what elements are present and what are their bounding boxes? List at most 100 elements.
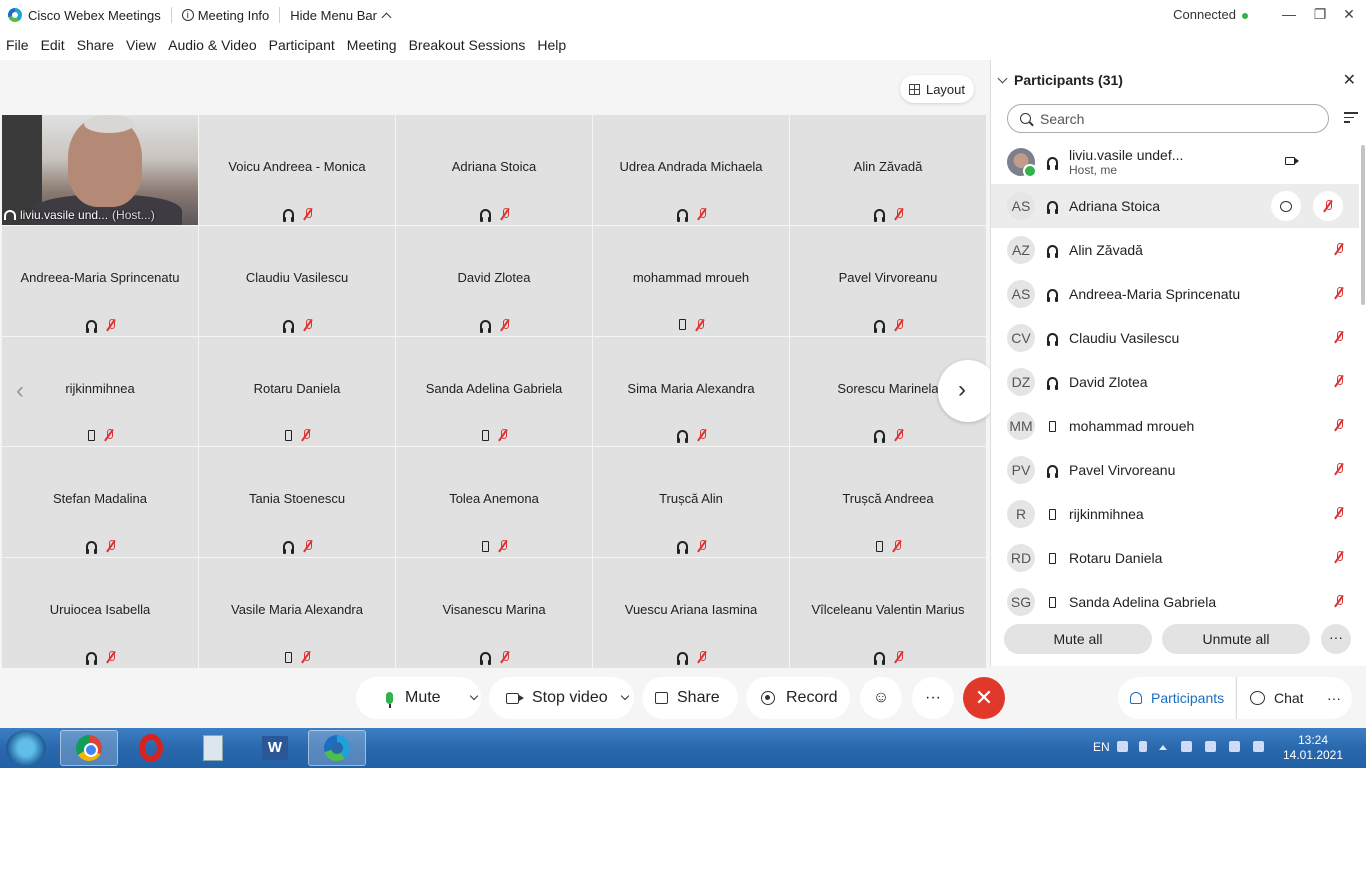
layout-button[interactable]: Layout [900,75,974,103]
participant-row[interactable]: AZ Alin Zăvadă [991,228,1359,272]
participants-icon [1130,692,1142,704]
menu-meeting[interactable]: Meeting [347,37,397,53]
participant-tile[interactable]: Andreea-Maria Sprincenatu [2,225,198,336]
tile-status-icons [593,539,789,555]
participant-row[interactable]: AS Adriana Stoica [991,184,1359,228]
menu-share[interactable]: Share [77,37,114,53]
more-panels-button[interactable]: ··· [1316,677,1352,719]
participants-toggle-button[interactable]: Participants [1118,677,1235,719]
participant-row-host[interactable]: liviu.vasile undef... Host, me [991,140,1359,184]
menu-edit[interactable]: Edit [41,37,65,53]
language-indicator[interactable]: EN [1093,740,1110,754]
participant-tile[interactable]: Adriana Stoica [396,115,592,225]
participant-tile[interactable]: Trușcă Andreea [790,447,986,558]
hide-menu-bar-button[interactable]: Hide Menu Bar [290,8,392,23]
start-button[interactable] [6,730,46,766]
participant-tile[interactable]: David Zlotea [396,225,592,336]
participant-row[interactable]: Rrijkinmihnea [991,492,1359,536]
mute-all-button[interactable]: Mute all [1004,624,1152,654]
pen-icon[interactable] [1139,741,1147,752]
system-clock[interactable]: 13:24 14.01.2021 [1278,733,1348,763]
menu-audio-video[interactable]: Audio & Video [168,37,256,53]
meeting-info-button[interactable]: i Meeting Info [181,8,269,23]
participant-tile[interactable]: Tolea Anemona [396,447,592,558]
menu-participant[interactable]: Participant [269,37,335,53]
video-camera-icon[interactable] [1285,157,1299,165]
participant-tile[interactable]: Alin Zăvadă [790,115,986,225]
previous-page-button[interactable]: ‹ [16,377,24,405]
minimize-button[interactable]: — [1274,0,1304,28]
participant-avatar: DZ [1007,368,1035,396]
participant-row[interactable]: PV Pavel Virvoreanu [991,448,1359,492]
dropbox-icon[interactable] [1229,741,1240,752]
share-button[interactable]: Share [642,677,738,719]
menu-help[interactable]: Help [537,37,566,53]
participant-search-input[interactable]: Search [1007,104,1329,133]
menu-file[interactable]: File [6,37,29,53]
participant-tile[interactable]: Pavel Virvoreanu [790,225,986,336]
sort-list-icon[interactable] [1344,112,1358,126]
chevron-down-icon[interactable] [620,691,629,701]
participant-tile[interactable]: Stefan Madalina [2,447,198,558]
battery-icon[interactable] [1181,741,1192,752]
more-options-button[interactable]: ··· [912,677,954,719]
participant-mute-button[interactable] [1313,191,1343,221]
participant-tile[interactable]: rijkinmihnea [2,336,198,447]
unmute-all-button[interactable]: Unmute all [1162,624,1310,654]
record-button[interactable]: Record [746,677,850,719]
participant-row[interactable]: RD Rotaru Daniela [991,536,1359,580]
keyboard-icon[interactable] [1117,741,1128,752]
participant-tile[interactable]: Rotaru Daniela [199,336,395,447]
menu-breakout-sessions[interactable]: Breakout Sessions [409,37,526,53]
panel-scrollbar[interactable] [1361,145,1365,305]
word-icon: W [262,736,288,760]
participant-tile[interactable]: mohammad mroueh [593,225,789,336]
panel-more-button[interactable]: ··· [1321,624,1351,654]
audio-headset-icon [873,652,885,665]
menu-view[interactable]: View [126,37,156,53]
self-video-tile[interactable]: liviu.vasile und... (Host...) [2,115,198,225]
volume-icon[interactable] [1205,741,1216,752]
participant-tile[interactable]: Sanda Adelina Gabriela [396,336,592,447]
participant-tile[interactable]: Voicu Andreea - Monica [199,115,395,225]
show-hidden-icons-icon[interactable] [1159,744,1167,750]
participant-tile[interactable]: Trușcă Alin [593,447,789,558]
participant-row[interactable]: SG Sanda Adelina Gabriela [991,580,1359,624]
network-signal-icon[interactable] [1253,741,1264,752]
participant-tile[interactable]: Udrea Andrada Michaela [593,115,789,225]
end-meeting-button[interactable]: ✕ [963,677,1005,719]
next-page-button[interactable]: › [938,360,998,422]
phone-icon [284,651,292,663]
participant-row[interactable]: MM mohammad mroueh [991,404,1359,448]
chat-button[interactable]: Chat [1236,677,1316,719]
panel-header[interactable]: Participants (31) [997,72,1123,88]
participant-tile[interactable]: Claudiu Vasilescu [199,225,395,336]
stop-video-button[interactable]: Stop video [489,677,634,719]
taskbar-webex[interactable] [308,730,366,766]
taskbar-word[interactable]: W [246,730,304,766]
participant-tile[interactable]: Visanescu Marina [396,558,592,668]
participant-tile[interactable]: Tania Stoenescu [199,447,395,558]
participant-row[interactable]: DZ David Zlotea [991,360,1359,404]
participant-tile[interactable]: Uruiocea Isabella [2,558,198,668]
participant-row[interactable]: AS Andreea-Maria Sprincenatu [991,272,1359,316]
restore-button[interactable]: ❐ [1305,0,1335,28]
participant-tile[interactable]: Vasile Maria Alexandra [199,558,395,668]
close-panel-button[interactable]: ✕ [1343,70,1356,90]
participant-tile-name: Uruiocea Isabella [49,602,151,618]
audio-headset-icon [282,541,294,555]
reactions-button[interactable]: ☺ [860,677,902,719]
close-window-button[interactable]: ✕ [1334,0,1364,28]
mute-button[interactable]: Mute [356,677,481,719]
microphone-icon [386,692,393,708]
participant-tile[interactable]: Vuescu Ariana Iasmina [593,558,789,668]
participant-tile[interactable]: Sima Maria Alexandra [593,336,789,447]
taskbar-chrome[interactable] [60,730,118,766]
chevron-down-icon[interactable] [469,691,478,701]
participant-row[interactable]: CV Claudiu Vasilescu [991,316,1359,360]
private-chat-button[interactable] [1271,191,1301,221]
taskbar-opera[interactable] [122,730,180,766]
participant-device [1045,420,1059,432]
participant-tile[interactable]: Vîlceleanu Valentin Marius [790,558,986,668]
taskbar-calculator[interactable] [184,730,242,766]
